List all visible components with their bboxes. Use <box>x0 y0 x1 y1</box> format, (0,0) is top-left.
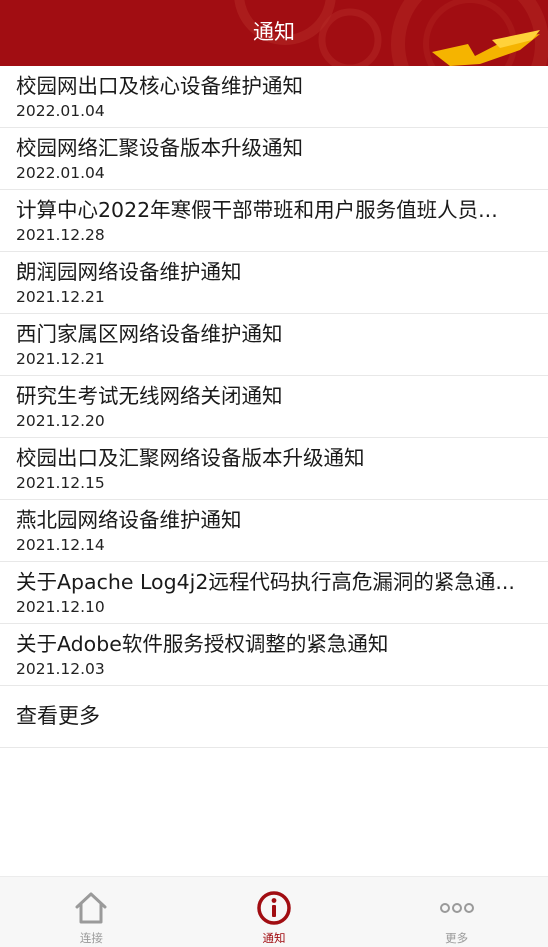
notice-title: 关于Apache Log4j2远程代码执行高危漏洞的紧急通... <box>16 570 515 594</box>
view-more-link[interactable]: 查看更多 <box>0 686 548 748</box>
notice-date: 2022.01.04 <box>16 164 105 182</box>
home-icon <box>71 888 111 928</box>
notice-title: 计算中心2022年寒假干部带班和用户服务值班人员... <box>16 198 498 222</box>
list-item[interactable]: 校园出口及汇聚网络设备版本升级通知 2021.12.15 <box>0 438 548 500</box>
notice-title: 西门家属区网络设备维护通知 <box>16 322 283 346</box>
page-title: 通知 <box>253 20 295 44</box>
notice-date: 2021.12.21 <box>16 350 105 368</box>
notice-title: 朗润园网络设备维护通知 <box>16 260 242 284</box>
list-item[interactable]: 计算中心2022年寒假干部带班和用户服务值班人员... 2021.12.28 <box>0 190 548 252</box>
list-item[interactable]: 朗润园网络设备维护通知 2021.12.21 <box>0 252 548 314</box>
list-item[interactable]: 关于Apache Log4j2远程代码执行高危漏洞的紧急通... 2021.12… <box>0 562 548 624</box>
notice-date: 2021.12.20 <box>16 412 105 430</box>
list-item[interactable]: 校园网络汇聚设备版本升级通知 2022.01.04 <box>0 128 548 190</box>
list-item[interactable]: 校园网出口及核心设备维护通知 2022.01.04 <box>0 66 548 128</box>
tab-connect[interactable]: 连接 <box>0 877 183 947</box>
notice-title: 校园网出口及核心设备维护通知 <box>16 74 303 98</box>
notice-title: 燕北园网络设备维护通知 <box>16 508 242 532</box>
app-header: 通知 <box>0 0 548 66</box>
tab-more[interactable]: 更多 <box>365 877 548 947</box>
notice-title: 校园网络汇聚设备版本升级通知 <box>16 136 303 160</box>
list-item[interactable]: 关于Adobe软件服务授权调整的紧急通知 2021.12.03 <box>0 624 548 686</box>
notice-title: 关于Adobe软件服务授权调整的紧急通知 <box>16 632 389 656</box>
notice-date: 2021.12.15 <box>16 474 105 492</box>
notice-title: 校园出口及汇聚网络设备版本升级通知 <box>16 446 365 470</box>
more-dots-icon <box>437 888 477 928</box>
notice-list: 校园网出口及核心设备维护通知 2022.01.04 校园网络汇聚设备版本升级通知… <box>0 66 548 748</box>
notice-date: 2021.12.10 <box>16 598 105 616</box>
notice-date: 2021.12.03 <box>16 660 105 678</box>
tab-label: 连接 <box>79 931 103 945</box>
info-icon <box>254 888 294 928</box>
list-item[interactable]: 研究生考试无线网络关闭通知 2021.12.20 <box>0 376 548 438</box>
list-item[interactable]: 燕北园网络设备维护通知 2021.12.14 <box>0 500 548 562</box>
tab-label: 更多 <box>445 931 469 945</box>
notice-date: 2022.01.04 <box>16 102 105 120</box>
tab-notices[interactable]: 通知 <box>183 877 366 947</box>
bottom-tab-bar: 连接 通知 更多 <box>0 876 548 947</box>
tab-label: 通知 <box>262 931 286 945</box>
notice-title: 研究生考试无线网络关闭通知 <box>16 384 283 408</box>
list-item[interactable]: 西门家属区网络设备维护通知 2021.12.21 <box>0 314 548 376</box>
notice-date: 2021.12.21 <box>16 288 105 306</box>
notice-date: 2021.12.14 <box>16 536 105 554</box>
notice-date: 2021.12.28 <box>16 226 105 244</box>
